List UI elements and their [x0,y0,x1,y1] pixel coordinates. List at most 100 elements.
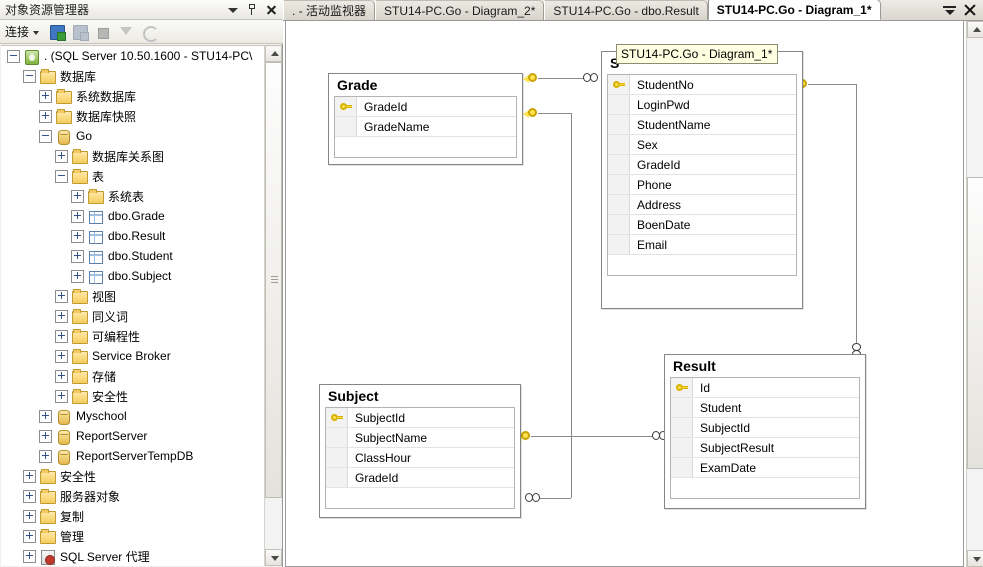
tree-item[interactable]: 数据库快照 [1,106,265,126]
expand-icon[interactable] [23,509,36,523]
diagram-table-columns[interactable]: Id Student SubjectId SubjectResult ExamDate [670,377,860,499]
collapse-icon[interactable] [39,129,52,143]
expand-icon[interactable] [39,409,52,423]
tree-item[interactable]: Myschool [1,406,265,426]
scroll-up-arrow[interactable] [265,45,282,62]
expand-icon[interactable] [71,189,84,203]
expand-icon[interactable] [23,469,36,483]
diagram-table-student[interactable]: S StudentNo LoginPwd StudentName Sex GradeId P… [601,51,803,309]
diagram-column-row[interactable]: GradeId [326,468,514,488]
tree-item[interactable]: 表 [1,166,265,186]
tree-item[interactable]: 存储 [1,366,265,386]
tab-list-menu-icon[interactable] [943,5,956,17]
diagram-column-row[interactable]: StudentName [608,115,796,135]
doc-scroll-down-arrow[interactable] [967,550,983,567]
tree-item[interactable]: ReportServer [1,426,265,446]
panel-close-icon[interactable] [265,4,277,16]
diagram-column-row[interactable]: StudentNo [608,75,796,95]
tree-item[interactable]: 管理 [1,526,265,546]
tree-item[interactable]: 数据库关系图 [1,146,265,166]
diagram-column-row[interactable]: Phone [608,175,796,195]
tree-item[interactable]: ReportServerTempDB [1,446,265,466]
expand-icon[interactable] [71,229,84,243]
tree-item[interactable]: 系统表 [1,186,265,206]
tree-item[interactable]: 可编程性 [1,326,265,346]
expand-icon[interactable] [23,549,36,563]
tree-item[interactable]: Go [1,126,265,146]
diagram-column-row[interactable]: Email [608,235,796,255]
expand-icon[interactable] [55,309,68,323]
diagram-table-columns[interactable]: StudentNo LoginPwd StudentName Sex GradeId Ph… [607,74,797,276]
expand-icon[interactable] [55,329,68,343]
tree-item[interactable]: 同义词 [1,306,265,326]
diagram-column-row-empty[interactable] [335,137,516,157]
expand-icon[interactable] [23,529,36,543]
tree-item[interactable]: dbo.Student [1,246,265,266]
tree-item[interactable]: dbo.Subject [1,266,265,286]
expand-icon[interactable] [55,149,68,163]
diagram-column-row[interactable]: SubjectId [671,418,859,438]
diagram-column-row[interactable]: Id [671,378,859,398]
tree-item[interactable]: 安全性 [1,466,265,486]
filter-icon[interactable] [117,23,135,41]
diagram-table-columns[interactable]: GradeId GradeName [334,96,517,158]
tree-item[interactable]: dbo.Grade [1,206,265,226]
diagram-canvas[interactable]: Grade GradeId GradeName S StudentNo LoginPwd… [285,21,964,567]
tree-item[interactable]: 系统数据库 [1,86,265,106]
tree-item[interactable]: 复制 [1,506,265,526]
diagram-column-row[interactable]: GradeId [608,155,796,175]
expand-icon[interactable] [23,489,36,503]
diagram-column-row[interactable]: GradeId [335,97,516,117]
expand-icon[interactable] [55,389,68,403]
expand-icon[interactable] [71,209,84,223]
diagram-column-row-empty[interactable] [326,488,514,508]
expand-icon[interactable] [39,109,52,123]
scroll-down-arrow[interactable] [265,549,282,566]
panel-autohide-pin-icon[interactable] [246,3,258,16]
expand-icon[interactable] [39,429,52,443]
diagram-column-row[interactable]: ExamDate [671,458,859,478]
collapse-icon[interactable] [7,49,20,63]
tree-item[interactable]: dbo.Result [1,226,265,246]
tree-item[interactable]: 服务器对象 [1,486,265,506]
panel-dropdown-icon[interactable] [227,4,239,16]
collapse-icon[interactable] [23,69,36,83]
diagram-table-result[interactable]: Result Id Student SubjectId SubjectResult Exa… [664,354,866,509]
connect-button-label[interactable]: 连接 [5,23,29,40]
doc-scroll-thumb[interactable] [967,177,983,469]
diagram-column-row-empty[interactable] [671,478,859,498]
disconnect-server-icon[interactable] [71,23,90,41]
diagram-column-row[interactable]: BoenDate [608,215,796,235]
diagram-column-row[interactable]: GradeName [335,117,516,137]
diagram-column-row[interactable]: Student [671,398,859,418]
expand-icon[interactable] [39,89,52,103]
tree-item[interactable]: 安全性 [1,386,265,406]
close-document-icon[interactable] [963,4,976,17]
connect-server-icon[interactable] [48,23,67,41]
connect-dropdown-icon[interactable] [33,31,40,35]
stop-icon[interactable] [94,23,112,41]
refresh-icon[interactable] [140,23,160,42]
diagram-column-row[interactable]: SubjectName [326,428,514,448]
object-explorer-scrollbar[interactable] [264,45,282,566]
tree-item[interactable]: SQL Server 代理 [1,546,265,566]
expand-icon[interactable] [39,449,52,463]
tree-item[interactable]: Service Broker [1,346,265,366]
tree-item[interactable]: 数据库 [1,66,265,86]
diagram-column-row[interactable]: Sex [608,135,796,155]
expand-icon[interactable] [55,369,68,383]
scroll-thumb[interactable] [265,62,282,498]
diagram-column-row[interactable]: SubjectId [326,408,514,428]
document-tab-active[interactable]: STU14-PC.Go - Diagram_1* [707,0,881,20]
diagram-column-row[interactable]: ClassHour [326,448,514,468]
document-tab[interactable]: STU14-PC.Go - Diagram_2* [375,0,545,20]
collapse-icon[interactable] [55,169,68,183]
expand-icon[interactable] [55,349,68,363]
tree-item[interactable]: . (SQL Server 10.50.1600 - STU14-PC\ [1,46,265,66]
diagram-table-grade[interactable]: Grade GradeId GradeName [328,73,523,165]
expand-icon[interactable] [71,269,84,283]
object-explorer-tree[interactable]: . (SQL Server 10.50.1600 - STU14-PC\ 数据库系… [1,45,265,566]
tree-item[interactable]: 视图 [1,286,265,306]
diagram-column-row-empty[interactable] [608,255,796,275]
diagram-column-row[interactable]: LoginPwd [608,95,796,115]
